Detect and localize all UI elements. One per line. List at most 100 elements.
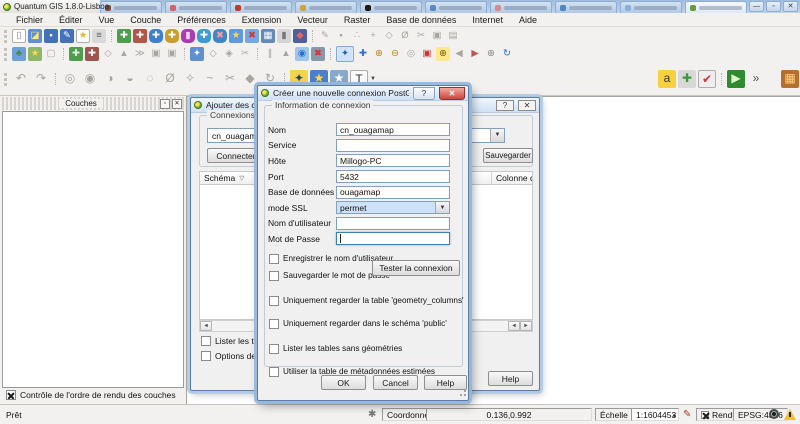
zoom-out-icon[interactable]: ⊖ — [388, 47, 402, 61]
resize-grip[interactable] — [458, 390, 466, 398]
move-feature-icon[interactable]: + — [366, 29, 380, 43]
cancel-button[interactable]: Cancel — [373, 375, 418, 390]
warning-icon[interactable] — [784, 409, 796, 420]
remove-layer-icon[interactable]: ✖ — [245, 29, 259, 43]
capture-point-icon[interactable]: ∴ — [350, 29, 364, 43]
add-wfs-layer-icon[interactable]: ✖ — [213, 29, 227, 43]
field-input-nom-d-utilisateur[interactable] — [336, 217, 450, 230]
list-tables-checkbox[interactable] — [201, 336, 211, 346]
stop-render-icon[interactable]: ✱ — [368, 408, 376, 421]
field-input-port[interactable]: 5432 — [336, 170, 450, 183]
toolbar-overflow-icon[interactable]: » — [747, 70, 765, 88]
pin-figure-icon[interactable]: ✂ — [238, 47, 252, 61]
crs-status[interactable]: EPSG:4326 — [733, 408, 788, 421]
browser-tab[interactable] — [685, 1, 747, 13]
help-button[interactable]: Help — [488, 371, 533, 386]
redo-icon[interactable]: ↷ — [32, 70, 50, 88]
save-project-as-icon[interactable]: ✎ — [60, 29, 74, 43]
field-input-nom[interactable]: cn_ouagamap — [336, 123, 450, 136]
menu-raster[interactable]: Raster — [336, 15, 379, 25]
checkbox-sauvegarder-le-mot-de-passe[interactable] — [269, 271, 279, 281]
labeling-icon[interactable]: a — [658, 70, 676, 88]
split-features-icon[interactable]: ✂ — [221, 70, 239, 88]
copy-features-icon[interactable]: ▣ — [430, 29, 444, 43]
zoom-last-icon[interactable]: ◀ — [452, 47, 466, 61]
add-wms-layer-icon[interactable]: ✚ — [197, 29, 211, 43]
browser-tab[interactable] — [620, 1, 682, 13]
restore-icon[interactable]: ▫ — [766, 1, 781, 12]
browser-tab[interactable] — [555, 1, 617, 13]
scroll-prev-icon[interactable]: ◄ — [508, 321, 520, 331]
close-icon[interactable]: ✕ — [783, 1, 798, 12]
menu-base-de-donnees[interactable]: Base de données — [378, 15, 464, 25]
dialog-help-icon[interactable]: ? — [413, 87, 435, 100]
tag-alt-icon[interactable]: ◈ — [222, 47, 236, 61]
dialog-titlebar[interactable]: Créer une nouvelle connexion PostGIS ? ✕ — [258, 86, 468, 101]
node-tool-icon[interactable]: ◇ — [382, 29, 396, 43]
dialog-close-icon[interactable]: ✕ — [518, 100, 536, 111]
toolbar-grip[interactable] — [4, 30, 7, 43]
delete-ring-icon[interactable]: ◌ — [141, 70, 159, 88]
chevron-down-icon[interactable]: ▼ — [435, 202, 449, 213]
scroll-next-icon[interactable]: ► — [520, 321, 532, 331]
refresh-icon[interactable]: ↻ — [500, 47, 514, 61]
float-panel-icon[interactable]: ▫ — [160, 99, 170, 109]
toolbar-grip[interactable] — [4, 48, 7, 61]
save-edits-icon[interactable]: ▪ — [334, 29, 348, 43]
column-geometry[interactable]: Colonne de géométrie — [492, 172, 532, 184]
simplify-feature-icon[interactable]: ◎ — [61, 70, 79, 88]
python-console-icon[interactable]: ▶ — [727, 70, 745, 88]
menu-fichier[interactable]: Fichier — [8, 15, 51, 25]
field-input-mot-de-passe[interactable] — [336, 232, 450, 245]
browser-tab[interactable] — [360, 1, 422, 13]
magnifier-icon[interactable]: ⊕ — [484, 47, 498, 61]
new-shapefile-icon[interactable]: ★ — [229, 29, 243, 43]
save-project-icon[interactable]: ▪ — [44, 29, 58, 43]
save-connection-button[interactable]: Sauvegarder — [483, 148, 533, 163]
menu-internet[interactable]: Internet — [464, 15, 511, 25]
arrow-tool-icon[interactable]: ▲ — [117, 47, 131, 61]
chevron-down-icon[interactable]: ▼ — [672, 411, 677, 423]
render-order-checkbox[interactable] — [6, 390, 16, 400]
edit-scale-icon[interactable]: ✎ — [683, 408, 691, 421]
gps-tools-icon[interactable]: ▮ — [277, 29, 291, 43]
add-postgis-layer-icon[interactable]: ✚ — [149, 29, 163, 43]
fill-ring-icon[interactable]: ◒ — [121, 70, 139, 88]
projection-icon[interactable] — [769, 409, 779, 419]
grid-error-icon[interactable]: ✖ — [311, 47, 325, 61]
dialog-help-icon[interactable]: ? — [496, 100, 514, 111]
decorations-icon[interactable]: ✔ — [698, 70, 716, 88]
tag-icon[interactable]: ◇ — [206, 47, 220, 61]
menu-aide[interactable]: Aide — [511, 15, 545, 25]
test-connection-button[interactable]: Tester la connexion — [372, 260, 460, 276]
field-input-mode-ssl[interactable]: permet▼ — [336, 201, 450, 214]
cut-features-icon[interactable]: ✂ — [414, 29, 428, 43]
open-project-icon[interactable]: ◪ — [28, 29, 42, 43]
plant-layer-icon[interactable]: ♣ — [12, 47, 26, 61]
add-map-red-icon[interactable]: ✚ — [85, 47, 99, 61]
browser-tab[interactable] — [425, 1, 487, 13]
checkbox-lister-les-tables-sans-geometries[interactable] — [269, 344, 279, 354]
walking-figures-icon[interactable]: ∥ — [263, 47, 277, 61]
menu-couche[interactable]: Couche — [122, 15, 169, 25]
checkbox-uniquement-regarder-la-table-geometry-columns[interactable] — [269, 296, 279, 306]
delete-part-icon[interactable]: Ø — [161, 70, 179, 88]
polygon-tool-icon[interactable]: ◇ — [101, 47, 115, 61]
image-frame-icon[interactable]: ▣ — [149, 47, 163, 61]
checkbox-uniquement-regarder-dans-le-schema-public[interactable] — [269, 319, 279, 329]
add-raster-layer-icon[interactable]: ✚ — [133, 29, 147, 43]
browser-tab[interactable] — [165, 1, 227, 13]
checkbox-enregistrer-le-nom-d-utilisateur[interactable] — [269, 254, 279, 264]
menu-extension[interactable]: Extension — [234, 15, 290, 25]
zoom-full-icon[interactable]: ⊕ — [436, 47, 450, 61]
browser-tab[interactable] — [230, 1, 292, 13]
image-frame-alt-icon[interactable]: ▣ — [165, 47, 179, 61]
move-label-icon[interactable]: ✦ — [190, 47, 204, 61]
attribute-table-icon[interactable]: ▦ — [261, 29, 275, 43]
pan-map-icon[interactable]: ✦ — [336, 46, 354, 62]
scroll-left-icon[interactable]: ◄ — [200, 321, 212, 331]
menu-vue[interactable]: Vue — [91, 15, 123, 25]
render-checkbox[interactable] — [701, 411, 709, 419]
add-map-green-icon[interactable]: ✚ — [69, 47, 83, 61]
browser-tab[interactable] — [490, 1, 552, 13]
